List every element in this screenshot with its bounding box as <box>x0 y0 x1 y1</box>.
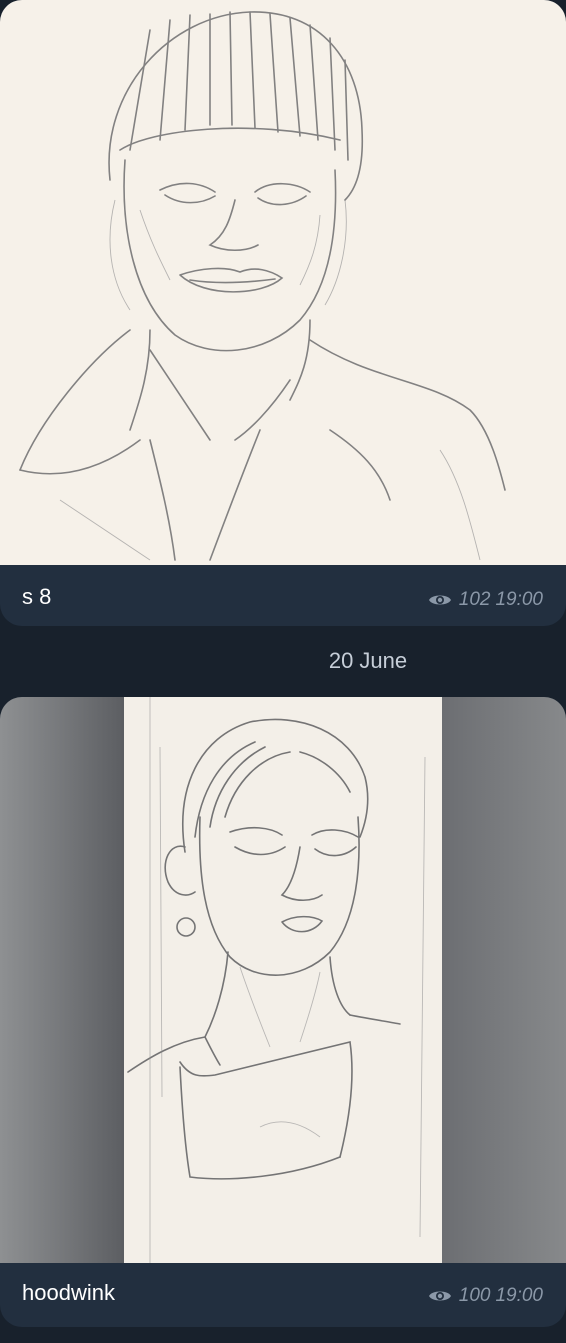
channel-feed: s 8 102 19:00 20 June hoodwink 100 19:00 <box>0 0 566 1343</box>
eye-icon <box>428 1291 451 1301</box>
message-caption: s 8 <box>22 584 52 609</box>
message-bubble[interactable]: s 8 102 19:00 <box>0 0 566 626</box>
message-meta: 102 19:00 <box>428 589 543 611</box>
eye-icon <box>428 595 451 605</box>
message-caption: hoodwink <box>22 1280 115 1305</box>
date-separator: 20 June <box>0 648 566 674</box>
message-meta: 100 19:00 <box>428 1285 543 1307</box>
pencil-portrait-image <box>0 0 566 565</box>
message-time: 19:00 <box>495 1285 543 1306</box>
sketch-photo[interactable] <box>0 0 566 565</box>
view-count: 100 <box>458 1285 491 1306</box>
pencil-portrait-image <box>0 697 566 1263</box>
message-bubble[interactable]: hoodwink 100 19:00 <box>0 697 566 1327</box>
sketch-photo[interactable] <box>0 697 566 1263</box>
message-time: 19:00 <box>495 589 543 610</box>
view-count: 102 <box>458 589 491 610</box>
date-separator-label: 20 June <box>328 648 408 673</box>
